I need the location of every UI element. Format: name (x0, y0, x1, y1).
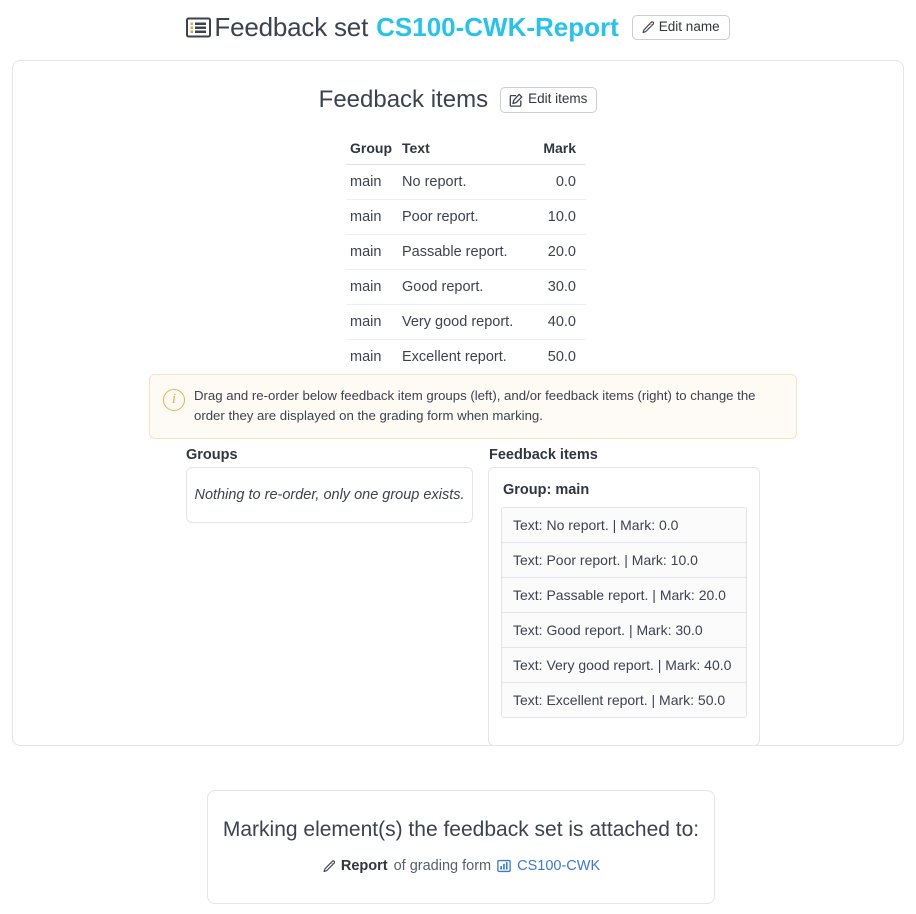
cell-mark: 50.0 (526, 339, 586, 375)
list-icon (186, 17, 212, 38)
cell-group: main (346, 234, 398, 270)
feedback-items-reorder-label: Feedback items (489, 447, 598, 463)
cell-group: main (346, 269, 398, 305)
page-header: Feedback set CS100-CWK-Report Edit name (0, 0, 916, 57)
cell-mark: 20.0 (526, 234, 586, 270)
column-header-text: Text (398, 136, 526, 165)
reorder-info-alert: i Drag and re-order below feedback item … (149, 374, 797, 439)
table-row: main Passable report. 20.0 (346, 234, 586, 270)
page-root: Feedback set CS100-CWK-Report Edit name … (0, 0, 916, 914)
cell-group: main (346, 339, 398, 375)
table-row: main No report. 0.0 (346, 164, 586, 200)
draggable-feedback-item[interactable]: Text: Excellent report. | Mark: 50.0 (502, 683, 746, 717)
feedback-items-card: Feedback items Edit items Group Text Mar… (12, 60, 904, 746)
cell-mark: 30.0 (526, 269, 586, 305)
cell-mark: 10.0 (526, 199, 586, 235)
draggable-item-list[interactable]: Text: No report. | Mark: 0.0 Text: Poor r… (501, 507, 747, 718)
table-header: Group Text Mark (346, 136, 586, 165)
feedback-items-table: Group Text Mark main No report. 0.0 main Poo… (346, 136, 586, 375)
cell-text: Excellent report. (398, 339, 526, 375)
bar-chart-icon (497, 859, 511, 873)
edit-name-button-label: Edit name (658, 18, 720, 34)
table-row: main Good report. 30.0 (346, 269, 586, 305)
group-heading: Group: main (503, 482, 590, 498)
page-title: Feedback set (214, 12, 369, 42)
cell-text: Poor report. (398, 199, 526, 235)
table-row: main Excellent report. 50.0 (346, 339, 586, 375)
pen-icon (322, 859, 335, 873)
groups-label: Groups (186, 447, 238, 463)
section-title: Feedback items (318, 86, 489, 113)
marking-element-name: Report (340, 858, 388, 874)
cell-text: No report. (398, 164, 526, 200)
column-header-group: Group (346, 136, 398, 165)
draggable-feedback-item[interactable]: Text: No report. | Mark: 0.0 (502, 508, 746, 543)
reorder-info-text: Drag and re-order below feedback item gr… (194, 388, 756, 424)
cell-mark: 0.0 (526, 164, 586, 200)
edit-square-icon (509, 93, 523, 107)
grading-form-link[interactable]: CS100-CWK (517, 858, 600, 874)
groups-reorder-panel[interactable]: Nothing to re-order, only one group exis… (186, 467, 473, 523)
cell-group: main (346, 304, 398, 340)
attached-connector-text: of grading form (393, 858, 492, 874)
edit-items-button[interactable]: Edit items (500, 87, 598, 113)
groups-empty-message: Nothing to re-order, only one group exis… (194, 487, 465, 503)
attached-title: Marking element(s) the feedback set is a… (222, 818, 700, 841)
table-header-row: Group Text Mark (346, 136, 586, 165)
edit-name-button[interactable]: Edit name (631, 14, 730, 41)
table-body: main No report. 0.0 main Poor report. 10.0 mai… (346, 164, 586, 375)
cell-text: Good report. (398, 269, 526, 305)
cell-text: Very good report. (398, 304, 526, 340)
draggable-feedback-item[interactable]: Text: Poor report. | Mark: 10.0 (502, 543, 746, 578)
info-circle-icon: i (163, 389, 185, 411)
draggable-feedback-item[interactable]: Text: Passable report. | Mark: 20.0 (502, 578, 746, 613)
pen-icon (641, 20, 654, 34)
table-row: main Poor report. 10.0 (346, 199, 586, 235)
attached-element-row: Report of grading form CS100-CWK (208, 858, 714, 874)
draggable-feedback-item[interactable]: Text: Good report. | Mark: 30.0 (502, 613, 746, 648)
table-row: main Very good report. 40.0 (346, 304, 586, 340)
cell-group: main (346, 164, 398, 200)
cell-mark: 40.0 (526, 304, 586, 340)
cell-text: Passable report. (398, 234, 526, 270)
cell-group: main (346, 199, 398, 235)
attached-marking-elements-card: Marking element(s) the feedback set is a… (207, 790, 715, 904)
feedback-items-title-row: Feedback items Edit items (13, 86, 903, 114)
feedback-items-reorder-panel: Group: main Text: No report. | Mark: 0.0… (488, 467, 760, 746)
feedback-set-name: CS100-CWK-Report (376, 12, 619, 42)
draggable-feedback-item[interactable]: Text: Very good report. | Mark: 40.0 (502, 648, 746, 683)
column-header-mark: Mark (526, 136, 586, 165)
edit-items-button-label: Edit items (528, 91, 588, 107)
